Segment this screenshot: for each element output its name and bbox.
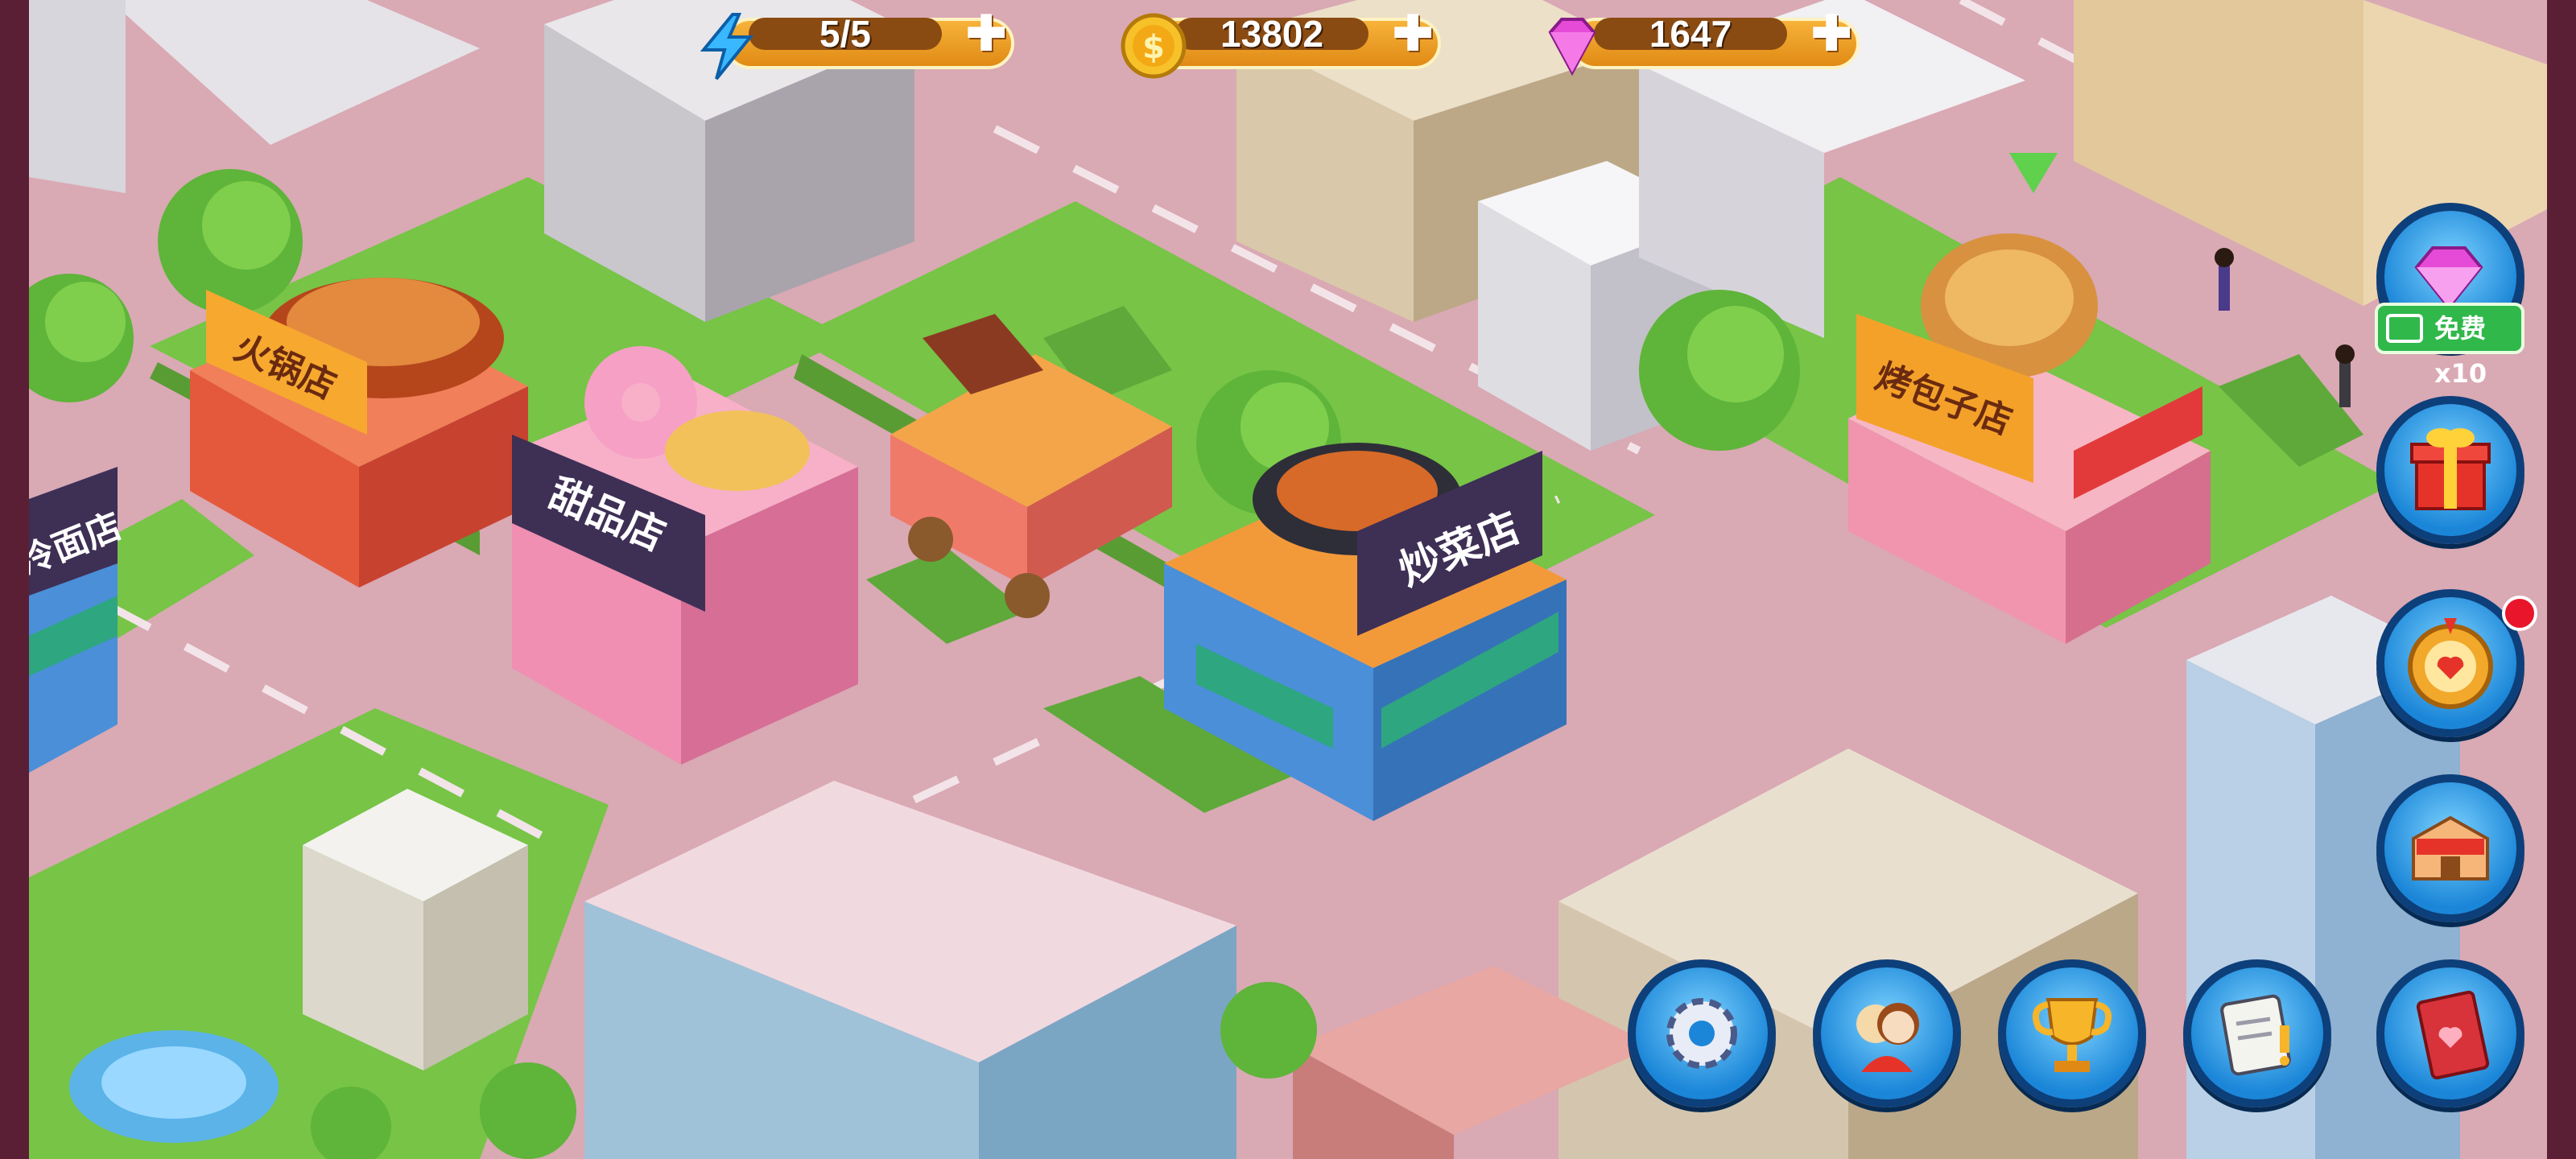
shop-button[interactable] — [2376, 774, 2524, 922]
gift-box-icon — [2410, 428, 2491, 510]
trophy-button[interactable] — [1998, 959, 2146, 1107]
coin-counter: 13802 ✚ $ — [1119, 10, 1441, 79]
video-icon — [2386, 314, 2423, 343]
settings-gear-icon — [1666, 998, 1737, 1069]
lucky-wheel-icon — [2408, 618, 2493, 709]
gift-button[interactable] — [2376, 396, 2524, 544]
friends-icon — [1856, 1003, 1919, 1072]
free-gems-label: 免费x10 — [2434, 313, 2487, 389]
gem-counter: 1647 ✚ — [1538, 10, 1860, 76]
city-scene — [29, 0, 2547, 1159]
left-border — [0, 0, 29, 1159]
coin-icon: $ — [1121, 13, 1187, 79]
trophy-icon — [2033, 998, 2112, 1072]
city-map[interactable]: 火锅店 甜品店 炒菜店 烤包子店 冷面店 — [29, 0, 2547, 1159]
game-screen: 火锅店 甜品店 炒菜店 烤包子店 冷面店 5/5 ✚ 13802 ✚ $ 164… — [0, 0, 2576, 1159]
recipe-book-button[interactable] — [2376, 959, 2524, 1107]
settings-button[interactable] — [1628, 959, 1776, 1107]
lightning-icon — [700, 13, 754, 80]
free-gems-badge[interactable]: 免费x10 — [2375, 303, 2524, 389]
add-coins-button[interactable]: ✚ — [1393, 10, 1433, 58]
notification-dot — [2502, 596, 2537, 631]
svg-text:$: $ — [1142, 29, 1165, 66]
shop-icon — [2412, 815, 2489, 881]
energy-counter: 5/5 ✚ — [692, 10, 1014, 80]
friends-button[interactable] — [1813, 959, 1961, 1107]
add-gems-button[interactable]: ✚ — [1811, 10, 1852, 58]
coin-value: 13802 — [1175, 15, 1368, 52]
gem-value: 1647 — [1594, 15, 1787, 52]
gem-icon — [1548, 18, 1596, 76]
energy-value: 5/5 — [749, 15, 942, 52]
add-energy-button[interactable]: ✚ — [966, 10, 1006, 58]
task-notepad-icon — [2220, 994, 2291, 1076]
right-border — [2547, 0, 2576, 1159]
recipe-book-icon — [2416, 990, 2490, 1080]
tasks-button[interactable] — [2183, 959, 2331, 1107]
